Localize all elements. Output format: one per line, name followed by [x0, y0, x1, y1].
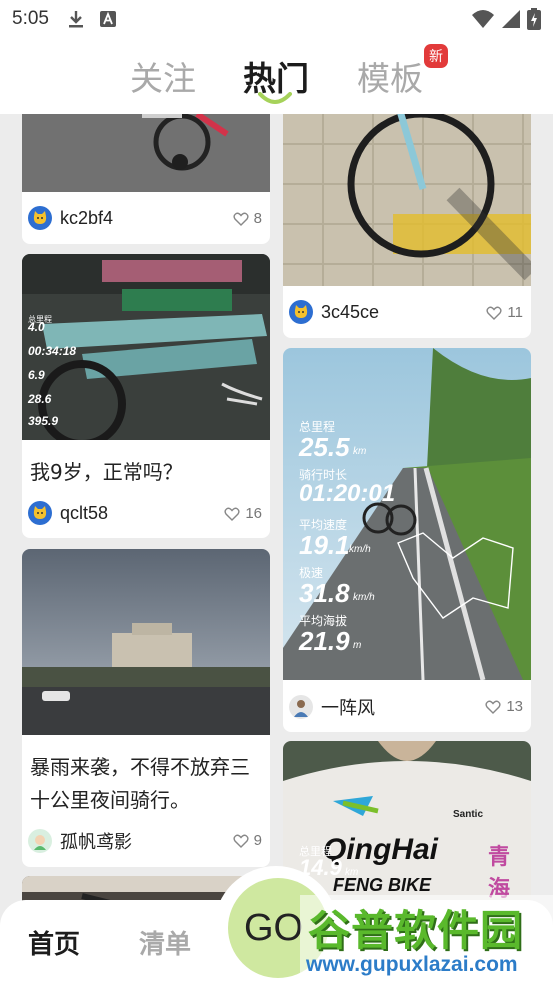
overlay-value: 01:20:01 [299, 480, 396, 507]
like-button[interactable]: 9 [233, 832, 262, 849]
battery-icon [527, 8, 541, 30]
watermark-url: www.gupuxlazai.com [306, 953, 518, 976]
post-author[interactable]: qclt58 [28, 501, 108, 525]
cat-avatar-icon [33, 506, 47, 519]
jersey-text: FENG BIKE [333, 875, 432, 895]
overlay-value: 28.6 [28, 392, 52, 406]
post-author[interactable]: 一阵风 [289, 694, 375, 720]
like-count: 13 [506, 698, 523, 715]
nav-home[interactable]: 首页 [28, 924, 80, 961]
new-badge: 新 [424, 44, 448, 68]
post-title: 我9岁，正常吗？ [30, 460, 183, 484]
like-button[interactable]: 13 [485, 698, 523, 715]
signal-icon [502, 10, 520, 28]
feed[interactable]: kc2bf4 8 3c45ce 11 总里程 4.0 00:34:18 6.9 … [0, 114, 553, 984]
font-icon [99, 11, 116, 27]
avatar [289, 695, 313, 719]
post-image [22, 549, 270, 735]
post-card[interactable]: 暴雨来袭，不得不放弃三十公里夜间骑行。 孤帆鸢影 9 [22, 549, 270, 867]
like-count: 16 [245, 505, 262, 522]
jersey-text: 青海 [488, 844, 511, 901]
heart-icon [486, 306, 502, 320]
overlay-unit: km [353, 446, 367, 457]
nav-list[interactable]: 清单 [139, 924, 191, 961]
author-name: 3c45ce [321, 301, 380, 322]
overlay-value: 19.1 [299, 530, 350, 560]
post-card[interactable]: 总里程 4.0 00:34:18 6.9 28.6 395.9 我9岁，正常吗？… [22, 254, 270, 538]
post-card[interactable]: 3c45ce 11 [283, 114, 531, 338]
heart-icon [224, 507, 240, 521]
person-avatar-icon [294, 700, 308, 717]
author-name: qclt58 [60, 502, 109, 523]
cartoon-avatar-icon [34, 835, 46, 850]
download-icon [68, 11, 83, 28]
tab-follow[interactable]: 关注 [130, 52, 196, 100]
like-count: 9 [253, 832, 262, 849]
overlay-unit: km/h [353, 592, 375, 603]
overlay-unit: km/h [349, 544, 371, 555]
watermark-title: 谷普软件园 [308, 906, 524, 955]
heart-icon [485, 700, 501, 714]
post-title: 暴雨来袭，不得不放弃三十公里夜间骑行。 [30, 755, 250, 812]
overlay-value: 395.9 [28, 414, 59, 428]
overlay-value: 21.9 [299, 626, 350, 656]
post-author[interactable]: 孤帆鸢影 [28, 828, 132, 854]
post-card[interactable]: kc2bf4 8 [22, 114, 270, 244]
watermark: 谷普软件园 www.gupuxlazai.com [300, 895, 553, 984]
post-author[interactable]: kc2bf4 [28, 206, 113, 230]
heart-icon [233, 834, 249, 848]
jersey-brand: Santic [453, 809, 484, 820]
heart-icon [233, 212, 249, 226]
overlay-unit: km [345, 867, 359, 878]
cat-avatar-icon [33, 211, 47, 224]
active-tab-indicator [258, 92, 292, 104]
post-author[interactable]: 3c45ce [289, 300, 379, 324]
overlay-value: 00:34:18 [28, 344, 77, 358]
post-image [22, 114, 270, 192]
overlay-unit: m [353, 640, 362, 651]
avatar [289, 300, 313, 324]
author-name: kc2bf4 [60, 207, 114, 228]
like-button[interactable]: 11 [486, 304, 523, 321]
avatar [28, 829, 52, 853]
overlay-value: 6.9 [28, 368, 45, 382]
post-card[interactable]: 总里程 25.5 km 骑行时长 01:20:01 平均速度 19.1 km/h… [283, 348, 531, 732]
wifi-icon [472, 10, 494, 28]
like-count: 8 [253, 210, 262, 227]
like-button[interactable]: 8 [233, 210, 262, 227]
overlay-value: 31.8 [299, 578, 350, 608]
overlay-value: 25.5 [299, 432, 350, 462]
cat-avatar-icon [294, 305, 308, 318]
status-bar: 5:05 [0, 0, 553, 38]
avatar [28, 206, 52, 230]
author-name: 孤帆鸢影 [60, 832, 132, 852]
overlay-value: 4.0 [28, 320, 45, 334]
tab-template[interactable]: 模板 [357, 52, 423, 100]
top-tabs: 关注 热门 模板 新 [0, 38, 553, 114]
avatar [28, 501, 52, 525]
status-time: 5:05 [12, 8, 49, 29]
go-label: GO [244, 906, 304, 949]
author-name: 一阵风 [321, 698, 375, 718]
post-image [283, 114, 531, 286]
like-count: 11 [507, 304, 523, 321]
like-button[interactable]: 16 [224, 505, 262, 522]
